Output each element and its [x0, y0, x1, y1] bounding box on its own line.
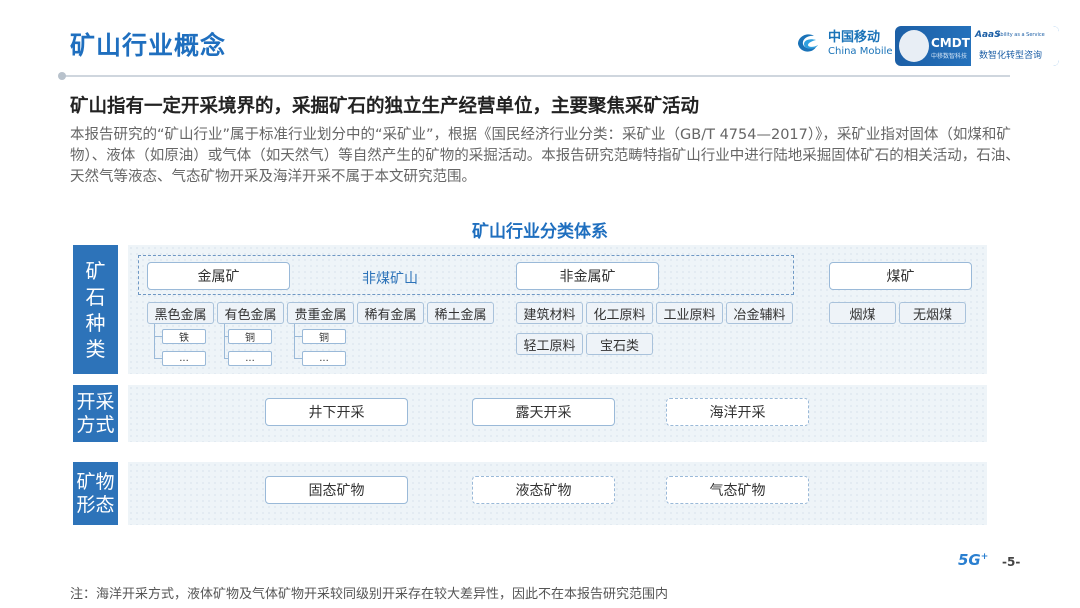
logo-en-text: China Mobile — [828, 45, 893, 57]
divider-dot — [58, 72, 66, 80]
badge-sup: + — [980, 552, 989, 562]
row-label-ore: 矿石种类 — [73, 245, 118, 374]
tree-line — [294, 358, 302, 359]
china-mobile-swirl-icon — [798, 34, 818, 52]
row-label-method: 开采方式 — [73, 385, 118, 442]
method-item: 井下开采 — [265, 398, 408, 426]
metal-ore-box: 金属矿 — [147, 262, 290, 290]
form-item-excluded: 气态矿物 — [666, 476, 809, 504]
nonmetal-mine-label: 非煤矿山 — [362, 271, 418, 287]
page-title: 矿山行业概念 — [70, 31, 227, 60]
coal-tag: 无烟煤 — [899, 302, 966, 324]
metal-tag: 稀有金属 — [357, 302, 424, 324]
metal-leaf: ... — [162, 351, 206, 366]
nonmetal-tag: 宝石类 — [586, 333, 653, 355]
tree-line — [294, 336, 302, 337]
cmdt-right-panel: AaaS Ability as a Service 数智化转型咨询 — [971, 26, 1059, 66]
coal-tag: 烟煤 — [829, 302, 896, 324]
logo-cn-text: 中国移动 — [828, 30, 881, 46]
form-item-excluded: 液态矿物 — [472, 476, 615, 504]
nonmetal-tag: 化工原料 — [586, 302, 653, 324]
metal-tag: 黑色金属 — [147, 302, 214, 324]
cmdt-logo: CMDT 中移数智科技 AaaS Ability as a Service 数智… — [895, 26, 1059, 66]
cmdt-brand: CMDT — [931, 36, 970, 50]
nonmetal-ore-box: 非金属矿 — [516, 262, 659, 290]
tree-line — [224, 324, 225, 359]
header-divider — [62, 75, 1010, 77]
cmdt-cn: 数智化转型咨询 — [979, 51, 1043, 61]
headline: 矿山指有一定开采境界的，采掘矿石的独立生产经营单位，主要聚焦采矿活动 — [70, 96, 700, 117]
classification-title: 矿山行业分类体系 — [472, 222, 608, 242]
tree-line — [154, 358, 162, 359]
footnote: 注：海洋开采方式，液体矿物及气体矿物开采较同级别开采存在较大差异性，因此不在本报… — [70, 587, 669, 602]
method-item-excluded: 海洋开采 — [666, 398, 809, 426]
cmdt-sub: 中移数智科技 — [931, 53, 968, 60]
metal-tag: 稀土金属 — [427, 302, 494, 324]
nonmetal-tag: 轻工原料 — [516, 333, 583, 355]
metal-leaf: 铜 — [302, 329, 346, 344]
coal-mine-box: 煤矿 — [829, 262, 972, 290]
tree-line — [154, 324, 155, 359]
tree-line — [154, 336, 162, 337]
badge-text: 5G — [958, 551, 981, 569]
metal-leaf: ... — [302, 351, 346, 366]
nonmetal-tag: 工业原料 — [656, 302, 723, 324]
metal-leaf: 铜 — [228, 329, 272, 344]
form-item: 固态矿物 — [265, 476, 408, 504]
metal-leaf: ... — [228, 351, 272, 366]
metal-leaf: 铁 — [162, 329, 206, 344]
aas-tagline: Ability as a Service — [997, 32, 1045, 38]
metal-tag: 有色金属 — [217, 302, 284, 324]
avatar-icon — [899, 30, 929, 62]
metal-tag: 贵重金属 — [287, 302, 354, 324]
5g-badge-icon: 5G+ — [958, 551, 988, 569]
method-item: 露天开采 — [472, 398, 615, 426]
tree-line — [294, 324, 295, 359]
intro-paragraph: 本报告研究的“矿山行业”属于标准行业划分中的“采矿业”，根据《国民经济行业分类：… — [70, 127, 1020, 185]
china-mobile-logo: 中国移动 China Mobile — [794, 30, 893, 58]
page-number: -5- — [1002, 555, 1021, 569]
nonmetal-tag: 冶金辅料 — [726, 302, 793, 324]
row-label-form: 矿物形态 — [73, 462, 118, 525]
nonmetal-tag: 建筑材料 — [516, 302, 583, 324]
